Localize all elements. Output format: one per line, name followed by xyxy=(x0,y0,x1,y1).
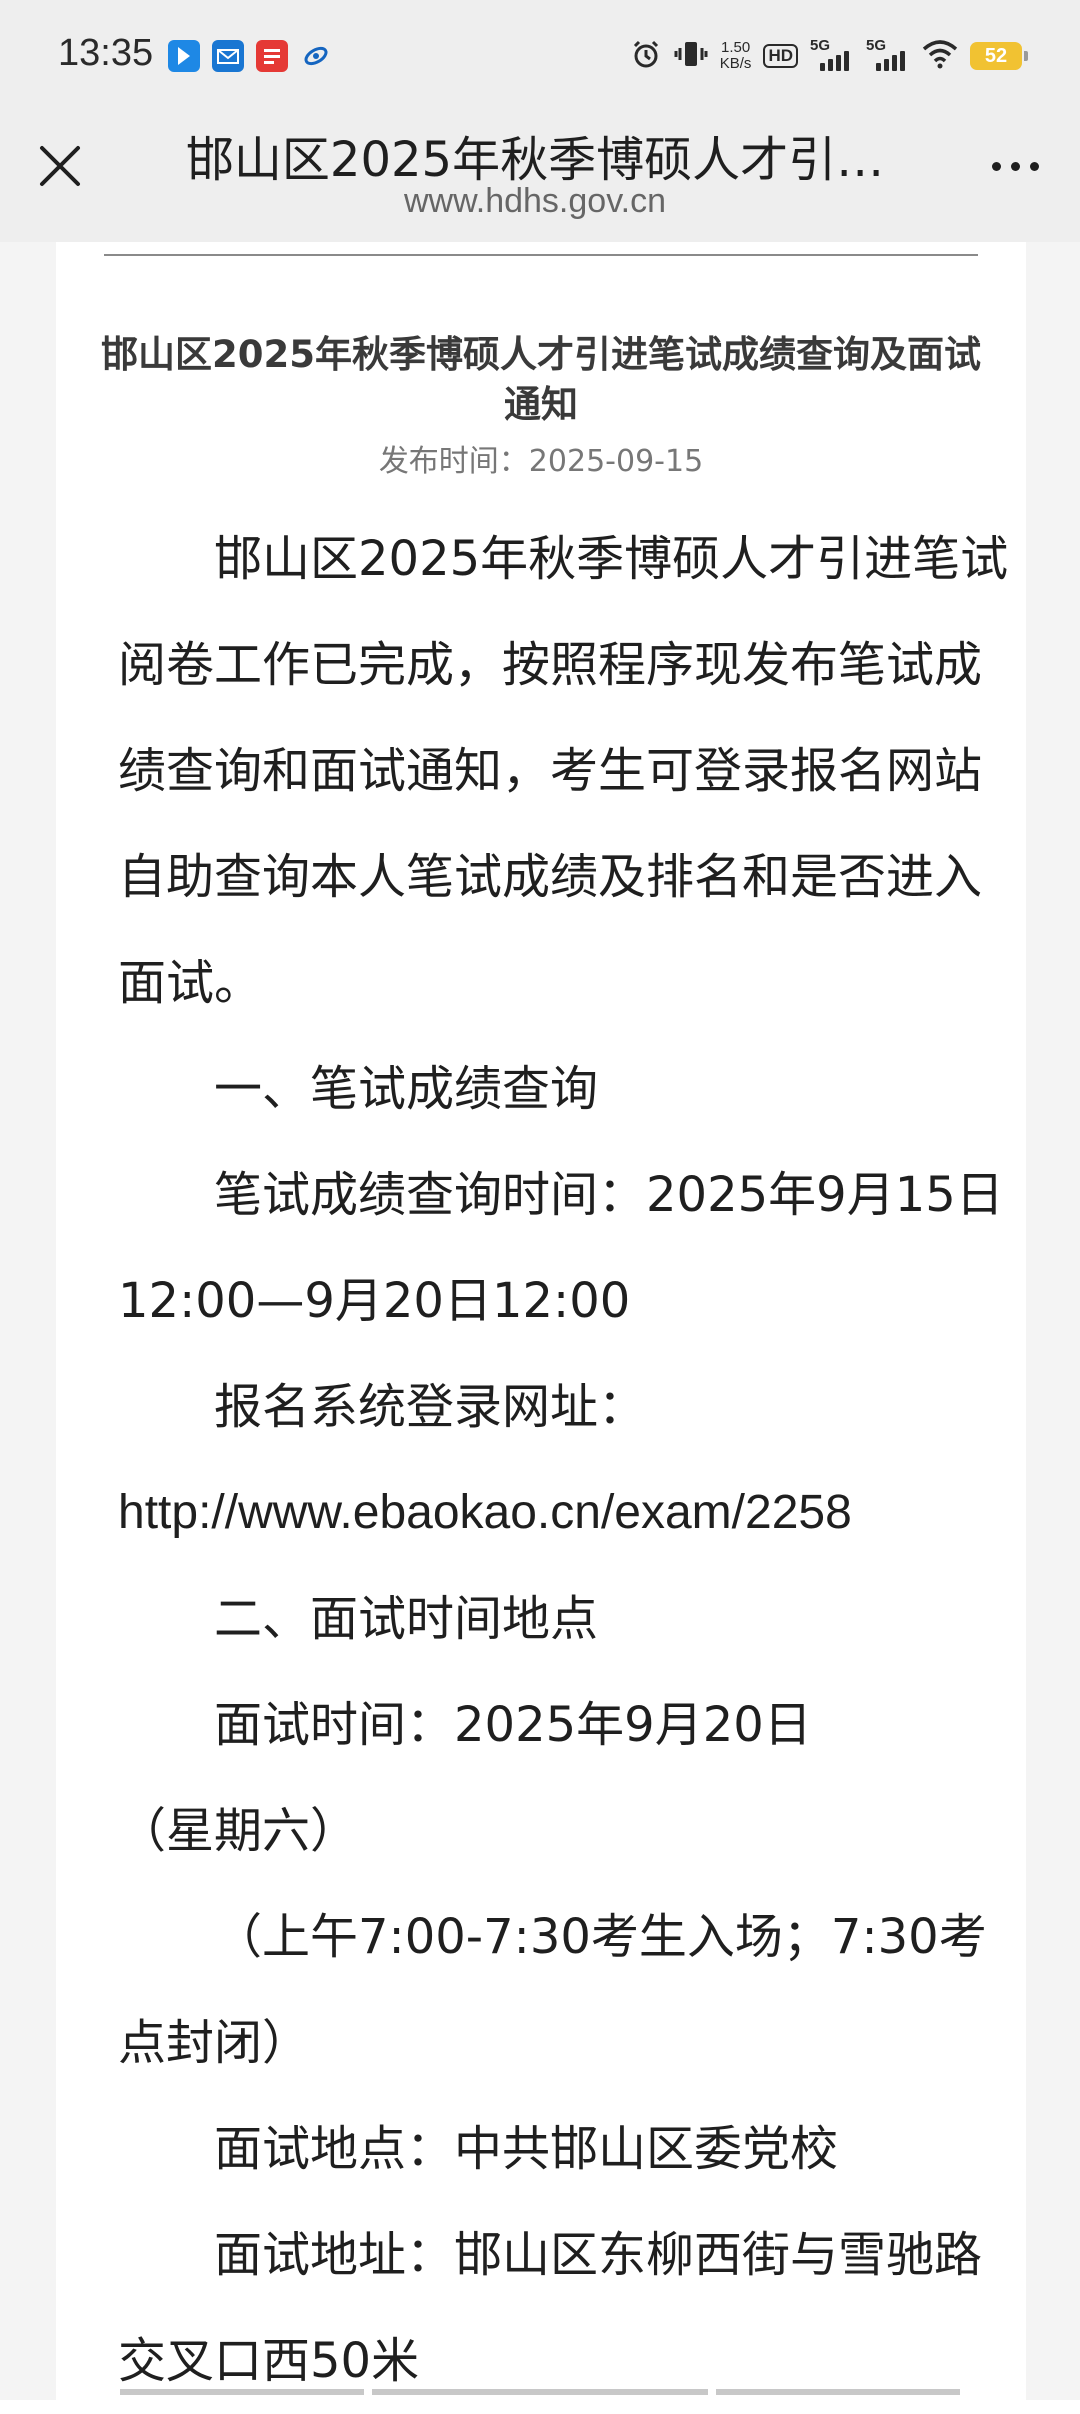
more-options-button[interactable] xyxy=(980,146,1050,186)
table-top-border xyxy=(372,2389,708,2395)
article: 邯山区2025年秋季博硕人才引进笔试成绩查询及面试通知 发布时间：2025-09… xyxy=(56,242,1026,2400)
paragraph-interview-address: 面试地址：邯山区东柳西街与雪驰路交叉口西50米 xyxy=(118,2227,983,2389)
more-dot-icon xyxy=(991,161,1001,171)
status-indicators: 1.50 KB/s HD 5G 5G 52 xyxy=(630,34,1028,78)
network-type-label-2: 5G xyxy=(866,37,887,54)
divider xyxy=(104,254,978,256)
cellular-signal-icon: 5G xyxy=(810,37,854,71)
browser-title-bar: 邯山区2025年秋季博硕人才引… www.hdhs.gov.cn xyxy=(0,116,1080,242)
paragraph-entry-time: （上午7:00-7:30考生入场；7:30考点封闭） xyxy=(118,1909,987,2071)
paragraph-query-time: 笔试成绩查询时间：2025年9月15日12:00—9月20日12:00 xyxy=(118,1167,1004,1329)
more-dot-icon xyxy=(1029,161,1039,171)
registration-link[interactable]: http://www.ebaokao.cn/exam/2258 xyxy=(118,1460,1024,1566)
notification-telecom-icon xyxy=(300,40,332,72)
paragraph-login-label: 报名系统登录网址： xyxy=(214,1379,647,1435)
page-title: 邯山区2025年秋季博硕人才引… xyxy=(185,132,885,188)
table-top-border xyxy=(120,2389,364,2395)
article-body: 邯山区2025年秋季博硕人才引进笔试阅卷工作已完成，按照程序现发布笔试成绩查询和… xyxy=(118,506,1024,2414)
publish-date: 发布时间：2025-09-15 xyxy=(378,444,704,479)
hd-badge: HD xyxy=(763,44,798,68)
paragraph-intro: 邯山区2025年秋季博硕人才引进笔试阅卷工作已完成，按照程序现发布笔试成绩查询和… xyxy=(118,531,1009,1011)
close-icon xyxy=(40,146,80,186)
page-url: www.hdhs.gov.cn xyxy=(403,182,667,220)
article-title: 邯山区2025年秋季博硕人才引进笔试成绩查询及面试通知 xyxy=(101,333,981,426)
section-heading: 二、面试时间地点 xyxy=(214,1591,599,1647)
notification-app-icon xyxy=(168,40,200,72)
notification-mail-icon xyxy=(212,40,244,72)
network-type-label: 5G xyxy=(810,37,831,54)
paragraph-interview-time: 面试时间：2025年9月20日 xyxy=(214,1697,812,1753)
section-heading: 一、笔试成绩查询 xyxy=(214,1061,599,1117)
paragraph-interview-location: 面试地点：中共邯山区委党校 xyxy=(214,2121,839,2177)
status-time: 13:35 xyxy=(58,32,154,74)
notification-news-icon xyxy=(256,40,288,72)
network-speed-value: 1.50 xyxy=(720,39,751,56)
cellular-signal-icon-2: 5G xyxy=(866,37,910,71)
close-button[interactable] xyxy=(30,136,90,196)
paragraph-weekday: （星期六） xyxy=(118,1803,359,1859)
wifi-icon xyxy=(922,39,958,73)
vibrate-icon xyxy=(674,38,708,74)
table-top-border xyxy=(716,2389,960,2395)
battery-icon: 52 xyxy=(970,42,1028,70)
network-speed-unit: KB/s xyxy=(719,55,752,72)
network-speed: 1.50 KB/s xyxy=(720,40,752,72)
alarm-icon xyxy=(630,38,662,74)
more-dot-icon xyxy=(1010,161,1020,171)
status-bar: 13:35 1.50 KB/s HD 5G 5G 52 xyxy=(0,0,1080,116)
